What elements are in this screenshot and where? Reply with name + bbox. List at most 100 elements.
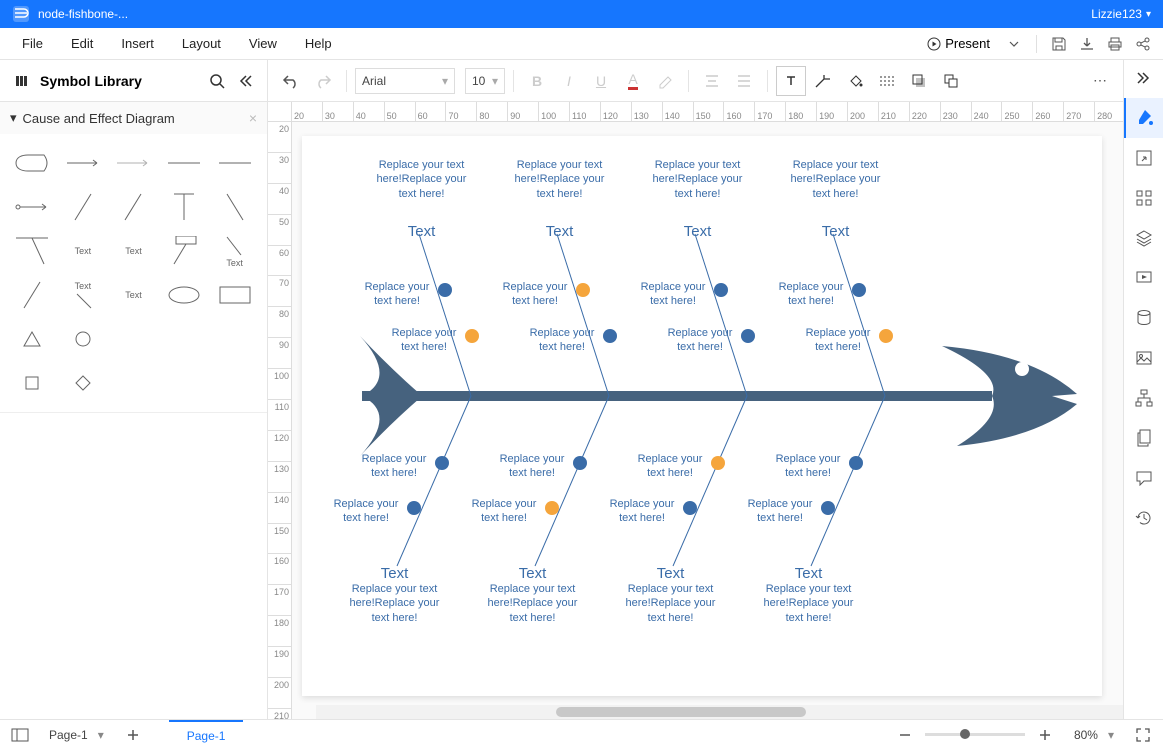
cause[interactable]: Replace your text here! (740, 497, 820, 526)
cause[interactable]: Replace your text here! (602, 497, 682, 526)
outline-view-icon[interactable] (8, 723, 32, 747)
shape-fishhead[interactable] (10, 144, 55, 182)
shape-bone-up1[interactable] (61, 188, 106, 226)
tree-icon[interactable] (1124, 378, 1163, 418)
expand-right-panel-icon[interactable] (1124, 66, 1163, 90)
italic-button[interactable]: I (554, 66, 584, 96)
line-style-button[interactable] (872, 66, 902, 96)
zoom-level[interactable]: 80%▾ (1065, 727, 1123, 743)
download-icon[interactable] (1075, 32, 1099, 56)
undo-button[interactable] (276, 66, 306, 96)
cat-bot-3-title[interactable]: Text (618, 564, 723, 584)
cat-bot-4-title[interactable]: Text (756, 564, 861, 584)
align-h-button[interactable] (697, 66, 727, 96)
cause[interactable]: Replace your text here! (384, 326, 464, 355)
dot[interactable] (438, 283, 452, 297)
share-icon[interactable] (1131, 32, 1155, 56)
page-tab[interactable]: Page-1 (169, 720, 244, 750)
cat-top-4-desc[interactable]: Replace your text here!Replace your text… (783, 158, 888, 201)
text-tool-button[interactable] (776, 66, 806, 96)
dot[interactable] (683, 501, 697, 515)
comments-icon[interactable] (1124, 458, 1163, 498)
cause[interactable]: Replace your text here! (798, 326, 878, 355)
collapse-sidebar-icon[interactable] (235, 71, 255, 91)
dot[interactable] (714, 283, 728, 297)
connector-button[interactable] (808, 66, 838, 96)
shape-ellipse[interactable] (162, 276, 207, 314)
cat-bot-2-desc[interactable]: Replace your text here!Replace your text… (480, 582, 585, 625)
shape-line-arrow[interactable] (61, 144, 106, 182)
zoom-out-button[interactable] (893, 723, 917, 747)
close-section-icon[interactable]: × (249, 110, 257, 126)
menu-layout[interactable]: Layout (168, 30, 235, 57)
underline-button[interactable]: U (586, 66, 616, 96)
cat-top-2-desc[interactable]: Replace your text here!Replace your text… (507, 158, 612, 201)
cause[interactable]: Replace your text here! (633, 280, 713, 309)
dot[interactable] (821, 501, 835, 515)
zoom-in-button[interactable] (1033, 723, 1057, 747)
cat-top-3-title[interactable]: Text (645, 222, 750, 242)
pages-icon[interactable] (1124, 418, 1163, 458)
shape-triangle[interactable] (10, 320, 55, 358)
diagram-page[interactable]: Replace your text here! Replace your text… (302, 136, 1102, 696)
menu-file[interactable]: File (8, 30, 57, 57)
fill-button[interactable] (840, 66, 870, 96)
shape-bone-text3[interactable]: Text (212, 232, 257, 270)
cat-top-2-title[interactable]: Text (507, 222, 612, 242)
dot[interactable] (407, 501, 421, 515)
export-panel-icon[interactable] (1124, 138, 1163, 178)
cause[interactable]: Replace your text here! (326, 497, 406, 526)
menu-help[interactable]: Help (291, 30, 346, 57)
align-v-button[interactable] (729, 66, 759, 96)
font-size-select[interactable]: 10▾ (465, 68, 505, 94)
shape-bone-rect[interactable] (162, 232, 207, 270)
cat-top-1-title[interactable]: Text (369, 222, 474, 242)
library-section-header[interactable]: ▾ Cause and Effect Diagram × (0, 102, 267, 134)
menu-view[interactable]: View (235, 30, 291, 57)
more-button[interactable]: ⋯ (1085, 66, 1115, 96)
font-family-select[interactable]: Arial▾ (355, 68, 455, 94)
save-icon[interactable] (1047, 32, 1071, 56)
cause[interactable]: Replace your text here! (768, 452, 848, 481)
shape-text-label5[interactable]: Text (111, 276, 156, 314)
dot[interactable] (465, 329, 479, 343)
shape-arrow-dot[interactable] (10, 188, 55, 226)
search-icon[interactable] (207, 71, 227, 91)
cat-bot-1-desc[interactable]: Replace your text here!Replace your text… (342, 582, 447, 625)
dot[interactable] (576, 283, 590, 297)
dot[interactable] (711, 456, 725, 470)
present-button[interactable]: Present (919, 32, 998, 55)
shape-text-label4[interactable]: Text (61, 276, 106, 314)
zoom-slider[interactable] (925, 733, 1025, 736)
shape-bone-up2[interactable] (111, 188, 156, 226)
theme-icon[interactable] (1124, 98, 1163, 138)
shape-line[interactable] (162, 144, 207, 182)
shape-bone-text1[interactable] (10, 232, 55, 270)
shape-square[interactable] (10, 364, 55, 402)
cause[interactable]: Replace your text here! (522, 326, 602, 355)
cause[interactable]: Replace your text here! (357, 280, 437, 309)
dot[interactable] (852, 283, 866, 297)
cause[interactable]: Replace your text here! (771, 280, 851, 309)
shape-text-label1[interactable]: Text (61, 232, 106, 270)
shape-line2[interactable] (212, 144, 257, 182)
cause[interactable]: Replace your text here! (630, 452, 710, 481)
page-select[interactable]: Page-1 ▾ (40, 727, 113, 743)
cat-top-3-desc[interactable]: Replace your text here!Replace your text… (645, 158, 750, 201)
shape-bone-t[interactable] (162, 188, 207, 226)
cat-bot-4-desc[interactable]: Replace your text here!Replace your text… (756, 582, 861, 625)
cat-bot-3-desc[interactable]: Replace your text here!Replace your text… (618, 582, 723, 625)
font-color-button[interactable]: A (618, 66, 648, 96)
canvas[interactable]: Replace your text here! Replace your text… (292, 122, 1123, 719)
dot[interactable] (879, 329, 893, 343)
shape-line-open[interactable] (111, 144, 156, 182)
present-dropdown[interactable] (1002, 32, 1026, 56)
presentation-icon[interactable] (1124, 258, 1163, 298)
cause[interactable]: Replace your text here! (354, 452, 434, 481)
cause[interactable]: Replace your text here! (492, 452, 572, 481)
data-icon[interactable] (1124, 298, 1163, 338)
dot[interactable] (573, 456, 587, 470)
dot[interactable] (849, 456, 863, 470)
shape-rect[interactable] (212, 276, 257, 314)
cause[interactable]: Replace your text here! (464, 497, 544, 526)
